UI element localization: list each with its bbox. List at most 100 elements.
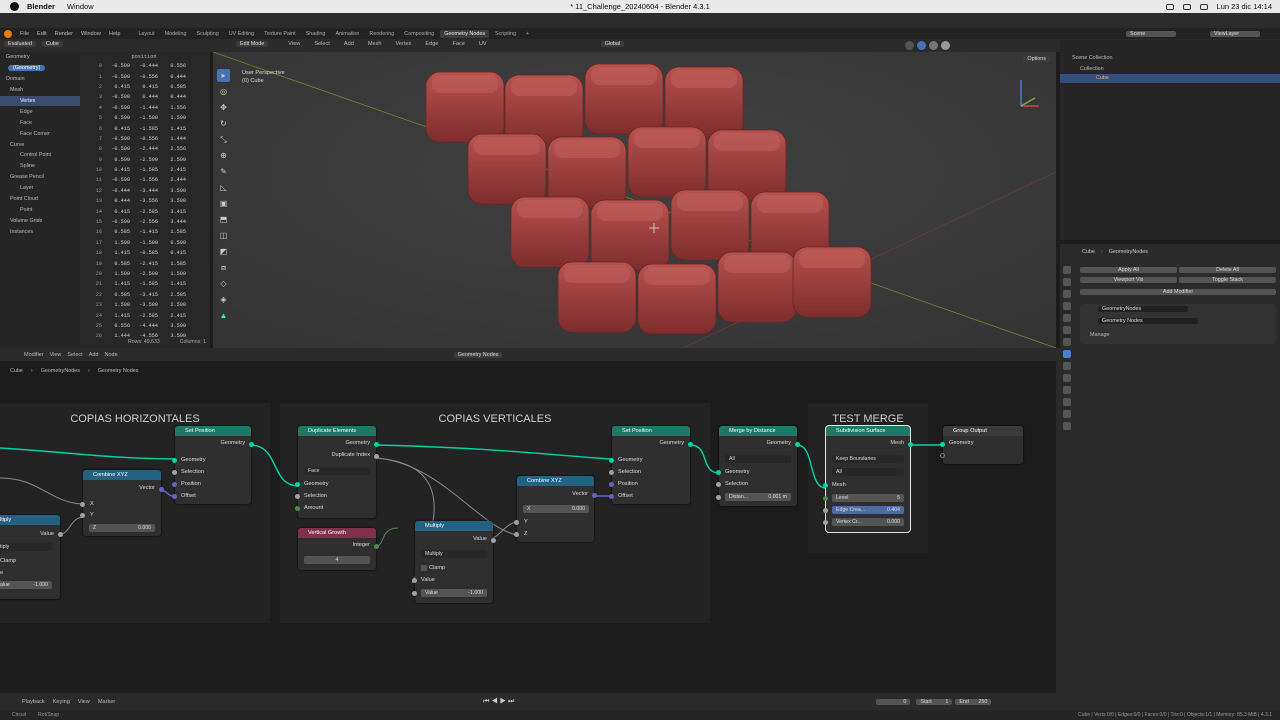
- setpos2-out-geometry-socket[interactable]: [688, 442, 693, 447]
- merge-by-distance-header[interactable]: Merge by Distance: [719, 426, 797, 436]
- cube-instance[interactable]: [557, 261, 637, 333]
- wifi-icon[interactable]: [1182, 3, 1191, 10]
- transform-orientation-dropdown[interactable]: Global: [600, 41, 625, 47]
- tree-item[interactable]: Face: [0, 117, 80, 128]
- apply-all-button[interactable]: Apply All: [1080, 267, 1177, 273]
- subdiv-level-field[interactable]: Level 5: [832, 494, 904, 502]
- tool-tab-icon[interactable]: [1063, 266, 1071, 274]
- tree-item[interactable]: Instances: [0, 226, 80, 237]
- start-frame-field[interactable]: Start 1: [916, 698, 953, 705]
- cube-instance[interactable]: [584, 63, 664, 135]
- group-output-header[interactable]: Group Output: [943, 426, 1023, 436]
- breadcrumb-cube[interactable]: Cube: [10, 368, 23, 374]
- node-editor[interactable]: Modifier View Select Add Node Geometry N…: [0, 348, 1056, 693]
- combine1-z-field[interactable]: Z 0.000: [89, 524, 155, 532]
- cube-instance[interactable]: [425, 71, 505, 143]
- subdiv-vertex-crease-socket[interactable]: [823, 520, 828, 525]
- duplicate-domain-dropdown[interactable]: Face: [304, 467, 370, 475]
- setpos2-offset-socket[interactable]: [609, 494, 614, 499]
- battery-icon[interactable]: [1165, 3, 1174, 10]
- knife-tool-icon[interactable]: ◇: [217, 277, 230, 290]
- loop-cut-tool-icon[interactable]: ⧈: [217, 261, 230, 274]
- clock[interactable]: Lun 23 dic 14:14: [1217, 2, 1272, 11]
- setpos2-in-geometry-socket[interactable]: [609, 458, 614, 463]
- cube-instance[interactable]: [627, 126, 707, 198]
- multiply2-clamp-checkbox[interactable]: Clamp: [429, 565, 445, 571]
- multiply-left-output-socket[interactable]: [58, 532, 63, 537]
- tree-item[interactable]: Mesh: [0, 85, 80, 96]
- current-frame-field[interactable]: 0: [876, 698, 911, 705]
- viewport-menu-add[interactable]: Add: [344, 41, 354, 47]
- bevel-tool-icon[interactable]: ◩: [217, 245, 230, 258]
- cube-instance[interactable]: [547, 136, 627, 208]
- modifier-tab-icon[interactable]: [1063, 350, 1071, 358]
- tree-item[interactable]: (Geometry): [0, 63, 80, 74]
- combine2-y-socket[interactable]: [514, 520, 519, 525]
- add-workspace-icon[interactable]: +: [522, 30, 533, 38]
- outliner-collection[interactable]: Collection: [1080, 66, 1104, 72]
- set-position-node-2[interactable]: Set Position Geometry Geometry Selection…: [609, 426, 693, 504]
- merge-selection-socket[interactable]: [716, 482, 721, 487]
- viewport-menu-edge[interactable]: Edge: [425, 41, 438, 47]
- object-tab-icon[interactable]: [1063, 338, 1071, 346]
- transform-tool-icon[interactable]: ⊕: [217, 149, 230, 162]
- subdivision-surface-node[interactable]: Subdivision Surface Mesh Keep Boundaries…: [823, 425, 913, 533]
- multiply-left-clamp-label[interactable]: Clamp: [0, 558, 16, 564]
- subdiv-vertex-crease-field[interactable]: Vertex Cr... 0.000: [832, 518, 904, 526]
- vertical-growth-node[interactable]: Vertical Growth Integer 4: [298, 528, 379, 570]
- vertical-growth-socket[interactable]: [374, 544, 379, 549]
- tab-compositing[interactable]: Compositing: [400, 30, 438, 38]
- modifier-name-field[interactable]: GeometryNodes: [1098, 306, 1188, 312]
- subdiv-boundary-dropdown[interactable]: Keep Boundaries: [832, 455, 904, 463]
- multiply2-value-socket[interactable]: [412, 591, 417, 596]
- subdiv-level-socket[interactable]: [823, 496, 828, 501]
- cube-instance[interactable]: [670, 189, 750, 261]
- group-output-empty-socket[interactable]: [940, 453, 945, 458]
- tab-scripting[interactable]: Scripting: [491, 30, 520, 38]
- playback-controls-icon[interactable]: ⏮◀▶⏭: [483, 698, 516, 706]
- wireframe-shading-icon[interactable]: [905, 41, 914, 50]
- cube-instance[interactable]: [637, 263, 717, 335]
- multiply2-output-socket[interactable]: [491, 538, 496, 543]
- combine2-z-socket[interactable]: [514, 532, 519, 537]
- subdivision-surface-header[interactable]: Subdivision Surface: [826, 426, 910, 436]
- viewport-vis-button[interactable]: Viewport Vis: [1080, 277, 1177, 283]
- outliner-row-cube[interactable]: Cube: [1060, 74, 1280, 83]
- merge-by-distance-node[interactable]: Merge by Distance Geometry All Geometry …: [716, 426, 800, 506]
- tree-item[interactable]: Control Point: [0, 150, 80, 161]
- setpos1-position-socket[interactable]: [172, 482, 177, 487]
- node-menu-add[interactable]: Add: [89, 352, 99, 358]
- data-tab-icon[interactable]: [1063, 398, 1071, 406]
- tree-item[interactable]: Volume Grids: [0, 215, 80, 226]
- timeline-menu-keying[interactable]: Keying: [53, 699, 70, 705]
- combine1-vector-socket[interactable]: [159, 487, 164, 492]
- search-icon[interactable]: [1199, 3, 1208, 10]
- duplicate-amount-socket[interactable]: [295, 506, 300, 511]
- duplicate-index-socket[interactable]: [374, 454, 379, 459]
- add-cube-tool-icon[interactable]: ▣: [217, 197, 230, 210]
- material-tab-icon[interactable]: [1063, 410, 1071, 418]
- combine1-y-socket[interactable]: [80, 513, 85, 518]
- scale-tool-icon[interactable]: ⤡: [217, 133, 230, 146]
- column-position-header[interactable]: position: [102, 54, 186, 60]
- tree-item[interactable]: Grease Pencil: [0, 172, 80, 183]
- vertical-growth-value-field[interactable]: 4: [304, 556, 370, 564]
- viewport-menu-vertex[interactable]: Vertex: [396, 41, 412, 47]
- cube-instance[interactable]: [590, 199, 670, 271]
- viewport-menu-select[interactable]: Select: [314, 41, 330, 47]
- tree-item[interactable]: Geometry: [0, 52, 80, 63]
- cube-instance[interactable]: [717, 251, 797, 323]
- node-group-selector[interactable]: Geometry Nodes: [1098, 318, 1198, 324]
- multiply2-mode-dropdown[interactable]: Multiply: [421, 550, 487, 558]
- merge-distance-field[interactable]: Distan... 0.001 m: [725, 493, 791, 501]
- node-menu-node[interactable]: Node: [104, 352, 117, 358]
- tree-item[interactable]: Domain: [0, 74, 80, 85]
- multiply-2-header[interactable]: Multiply: [415, 521, 493, 531]
- group-output-geometry-socket[interactable]: [940, 442, 945, 447]
- app-menu[interactable]: Blender: [27, 2, 55, 11]
- viewport-menu-face[interactable]: Face: [452, 41, 464, 47]
- toggle-stack-button[interactable]: Toggle Stack: [1179, 277, 1276, 283]
- scene-selector[interactable]: Scene: [1126, 30, 1176, 37]
- subdiv-in-mesh-socket[interactable]: [823, 483, 828, 488]
- viewport-menu-view[interactable]: View: [288, 41, 300, 47]
